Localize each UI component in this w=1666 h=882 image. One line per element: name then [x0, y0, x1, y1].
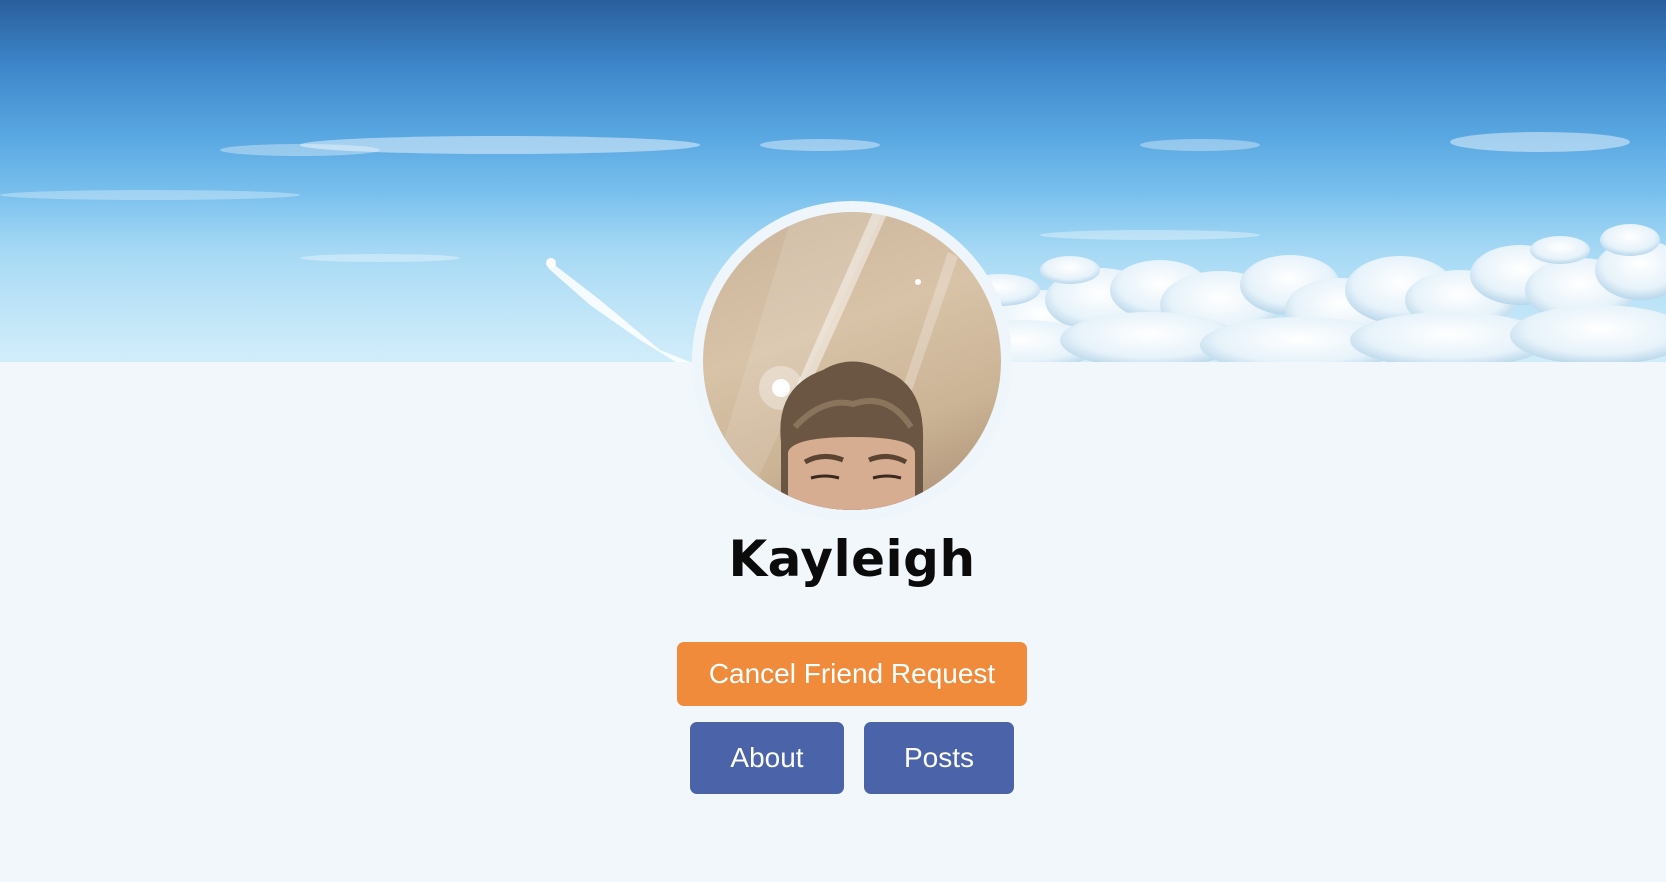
about-button[interactable]: About — [690, 722, 844, 794]
profile-avatar — [692, 201, 1012, 521]
cancel-friend-request-button[interactable]: Cancel Friend Request — [677, 642, 1027, 706]
profile-photo — [703, 212, 1001, 510]
posts-button[interactable]: Posts — [864, 722, 1014, 794]
profile-page: Kayleigh Cancel Friend Request About Pos… — [0, 0, 1666, 882]
profile-name: Kayleigh — [728, 530, 976, 588]
